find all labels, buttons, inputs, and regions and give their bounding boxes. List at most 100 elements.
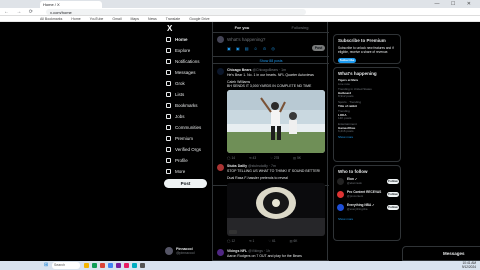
trend-item[interactable]: Trending LOKA 14K posts <box>338 109 396 121</box>
post-button[interactable]: Post <box>164 179 207 188</box>
nav-lists[interactable]: Lists <box>166 90 184 98</box>
follow-suggestion[interactable]: Everything NBA ✓ @everythingnba Follow <box>337 202 399 212</box>
section-title: Who to follow <box>338 169 368 174</box>
app-icon[interactable] <box>140 263 145 268</box>
tweet-author[interactable]: Chicago Bears <box>227 68 252 72</box>
windows-start-icon[interactable]: ⊞ <box>44 262 48 268</box>
views-button[interactable]: ▥ 5K <box>293 156 301 160</box>
follow-button[interactable]: Follow <box>387 191 399 197</box>
repost-button[interactable]: ⟲ 1 <box>249 239 254 243</box>
bookmark-icon <box>166 102 171 108</box>
app-icon[interactable] <box>116 263 121 268</box>
follow-suggestion[interactable]: Elon ✓ @elonmusk Follow <box>337 176 399 186</box>
repost-button[interactable]: ⟲ 43 <box>249 156 256 160</box>
x-logo[interactable]: X <box>167 24 172 33</box>
home-icon <box>166 36 171 42</box>
avatar <box>337 190 344 198</box>
follow-button[interactable]: Follow <box>387 204 399 210</box>
nav-communities[interactable]: Communities <box>166 123 201 131</box>
nav-notifications[interactable]: Notifications <box>166 57 200 65</box>
like-button[interactable]: ♡ 278 <box>270 156 279 160</box>
nav-label: Communities <box>175 124 202 130</box>
messages-drawer[interactable]: Messages <box>402 246 480 261</box>
tweet-text: Dual Rasa F-hassler pretends to reveal <box>227 176 288 180</box>
tab-following[interactable]: Following <box>271 22 329 32</box>
nav-bookmarks[interactable]: Bookmarks <box>166 101 198 109</box>
compose-post-button[interactable]: Post <box>312 45 325 51</box>
browser-nav-icons[interactable]: ← → ⟳ <box>4 9 36 15</box>
profile-handle: @pinnacool <box>176 251 195 255</box>
bookmark-item[interactable]: Gmail <box>112 17 121 21</box>
people-icon <box>166 124 171 130</box>
tweet-handle: @stubsdailly · 7m <box>248 164 276 168</box>
tweet-actions: ◯ 14 ⟲ 43 ♡ 278 ▥ 5K <box>227 156 301 160</box>
tweet-text: Aaron Rodgers on 7 OUT and play for the … <box>227 254 302 258</box>
follow-suggestion[interactable]: Pro Content RECEVAS @procontent Follow <box>337 189 399 199</box>
show-more-link[interactable]: Show more <box>338 135 396 140</box>
trend-meta: Live now <box>338 81 350 86</box>
bookmark-item[interactable]: YouTube <box>90 17 104 21</box>
avatar <box>217 36 224 43</box>
window-controls[interactable]: — ☐ ✕ <box>435 1 476 7</box>
nav-premium[interactable]: Premium <box>166 134 193 142</box>
follow-button[interactable]: Follow <box>387 178 399 184</box>
tweet-text: BH SENDS IT 3,000 YARDS IN COMPLETE ND T… <box>227 84 312 88</box>
subscribe-button[interactable]: Subscribe <box>338 58 356 63</box>
tweet-author[interactable]: Stubs Dailly <box>227 164 247 168</box>
bookmark-item[interactable]: Google Drive <box>189 17 209 21</box>
trend-item[interactable]: Tigers at Mets Live now <box>338 78 396 86</box>
app-icon[interactable] <box>124 263 129 268</box>
bookmark-item[interactable]: Maps <box>131 17 140 21</box>
x-premium-icon <box>166 135 171 141</box>
nav-profile[interactable]: Profile <box>166 156 188 164</box>
football-photo <box>227 90 325 153</box>
nav-home[interactable]: Home <box>166 35 188 43</box>
system-clock[interactable]: 10:41 AM 9/12/2024 <box>461 261 476 269</box>
trend-item[interactable]: Entertainment Gameofthas 6,216 posts <box>338 122 396 134</box>
tweet-media-photo[interactable] <box>227 90 325 153</box>
show-more-link[interactable]: Show more <box>338 217 353 222</box>
compose-input[interactable]: What's happening? <box>227 37 265 42</box>
grok-icon <box>166 80 171 86</box>
chrome-icon[interactable] <box>100 263 105 268</box>
account-switcher[interactable]: Pinnacool @pinnacool <box>165 247 195 255</box>
app-icon[interactable] <box>92 263 97 268</box>
address-bar[interactable]: x.com/home <box>46 9 306 15</box>
trend-item[interactable]: Sports · Trending Title of rabbit <box>338 100 396 108</box>
reply-button[interactable]: ◯ 14 <box>227 156 235 160</box>
clock-date: 9/12/2024 <box>461 264 476 269</box>
show-new-posts[interactable]: Show 88 posts <box>213 56 329 64</box>
nav-more[interactable]: More <box>166 167 185 175</box>
bookmark-item[interactable]: Translate <box>166 17 180 21</box>
follow-handle: @everythingnba <box>347 207 368 211</box>
tweet-media-video[interactable] <box>227 183 325 236</box>
tweet-author[interactable]: Vikings NFL <box>227 249 247 253</box>
nav-jobs[interactable]: Jobs <box>166 112 185 120</box>
views-button[interactable]: ▥ 6K <box>290 239 298 243</box>
reply-button[interactable]: ◯ 12 <box>227 239 235 243</box>
compose-tools[interactable]: ▣ ▣ ▤ ☺ ⊙ ◎ <box>227 46 277 51</box>
bell-icon <box>166 58 171 64</box>
section-title: What's happening <box>338 71 377 76</box>
trend-item[interactable]: Trending in United States Hatboard 8,912 p… <box>338 87 396 99</box>
app-icon[interactable] <box>132 263 137 268</box>
taskbar-search[interactable]: Search <box>52 262 80 269</box>
nav-messages[interactable]: Messages <box>166 68 196 76</box>
edge-icon[interactable] <box>108 263 113 268</box>
bookmark-item[interactable]: Home <box>71 17 80 21</box>
nav-explore[interactable]: Explore <box>166 46 190 54</box>
browser-tab[interactable]: Home / X <box>40 1 102 8</box>
nav-grok[interactable]: Grok <box>166 79 185 87</box>
file-explorer-icon[interactable] <box>84 263 89 268</box>
avatar <box>165 247 173 255</box>
bookmark-item[interactable]: News <box>148 17 157 21</box>
tab-for-you[interactable]: For you <box>213 22 271 32</box>
tweet[interactable]: Vikings NFL @Vikings · 1h Aaron Rodgers … <box>213 246 329 261</box>
bookmark-item[interactable]: All Bookmarks <box>40 17 62 21</box>
nav-verified-orgs[interactable]: Verified Orgs <box>166 145 201 153</box>
trend-name: Title of rabbit <box>338 103 357 108</box>
x-page: X Home Explore Notifications Messages Gr… <box>0 22 480 261</box>
premium-card: Subscribe to Premium Subscribe to unlock… <box>333 34 401 64</box>
like-button[interactable]: ♡ 61 <box>268 239 275 243</box>
browser-tab-strip: Home / X — ☐ ✕ <box>0 0 480 8</box>
